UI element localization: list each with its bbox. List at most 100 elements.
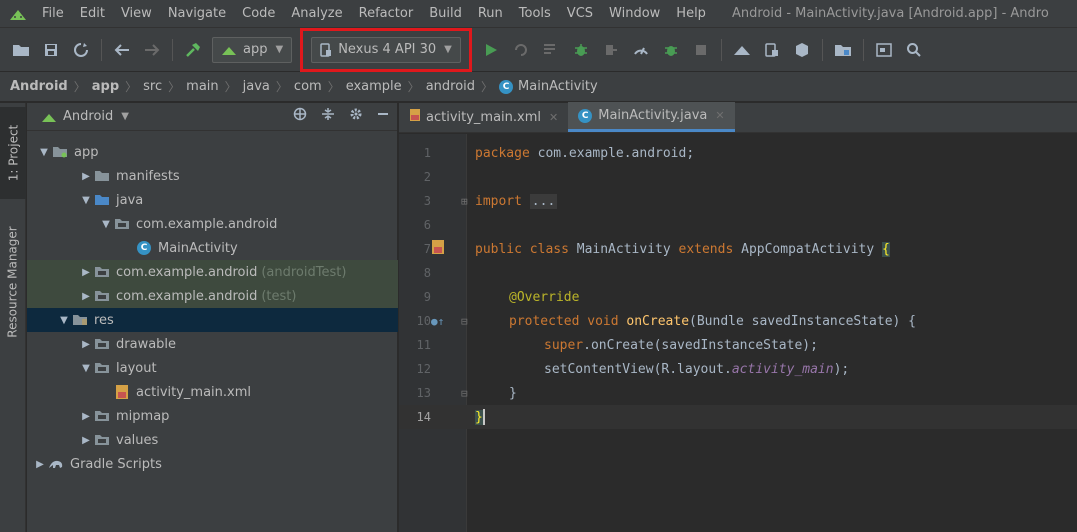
collapsed-arrow-icon[interactable]: ▶ (79, 291, 93, 302)
menu-build[interactable]: Build (421, 0, 470, 27)
code-line[interactable]: 10 ●↑ ⊟ protected void onCreate(Bundle s… (399, 309, 1077, 333)
collapsed-arrow-icon[interactable]: ▶ (79, 411, 93, 422)
gear-icon[interactable] (349, 107, 363, 125)
code-line[interactable]: 13 ⊟ } (399, 381, 1077, 405)
menu-vcs[interactable]: VCS (559, 0, 601, 27)
close-icon[interactable]: ✕ (715, 109, 724, 122)
fold-icon[interactable]: ⊟ (461, 387, 468, 400)
menu-window[interactable]: Window (601, 0, 668, 27)
collapsed-arrow-icon[interactable]: ▶ (79, 171, 93, 182)
locate-target-icon[interactable] (293, 107, 307, 125)
collapsed-arrow-icon[interactable]: ▶ (79, 339, 93, 350)
menu-code[interactable]: Code (234, 0, 283, 27)
collapsed-arrow-icon[interactable]: ▶ (79, 435, 93, 446)
menu-navigate[interactable]: Navigate (160, 0, 234, 27)
run-icon[interactable] (478, 37, 504, 63)
menu-help[interactable]: Help (668, 0, 714, 27)
breadcrumb-item[interactable]: example (346, 79, 402, 94)
breadcrumb-item[interactable]: com (294, 79, 322, 94)
close-icon[interactable]: ✕ (549, 111, 558, 124)
tree-item-values[interactable]: ▶ values (27, 428, 398, 452)
tree-item-package-androidtest[interactable]: ▶ com.example.android (androidTest) (27, 260, 398, 284)
minimize-icon[interactable] (377, 107, 389, 125)
breadcrumb-item[interactable]: main (186, 79, 218, 94)
avd-manager-icon[interactable] (759, 37, 785, 63)
breadcrumb-item[interactable]: android (426, 79, 475, 94)
expanded-arrow-icon[interactable]: ▼ (37, 147, 51, 158)
device-select[interactable]: Nexus 4 API 30 ▼ (311, 36, 461, 63)
code-line[interactable]: 1 package com.example.android; (399, 141, 1077, 165)
breadcrumb-item[interactable]: java (243, 79, 270, 94)
code-line[interactable]: 8 (399, 261, 1077, 285)
collapse-all-icon[interactable] (321, 107, 335, 125)
stop-icon[interactable] (688, 37, 714, 63)
open-folder-icon[interactable] (8, 37, 34, 63)
tree-item-gradle-scripts[interactable]: ▶ Gradle Scripts (27, 452, 398, 476)
forward-arrow-icon[interactable] (139, 37, 165, 63)
code-line[interactable]: 3 ⊞ import ... (399, 189, 1077, 213)
tree-item-res[interactable]: ▼ res (27, 308, 398, 332)
tree-item-drawable[interactable]: ▶ drawable (27, 332, 398, 356)
tab-mainactivity-java[interactable]: C MainActivity.java ✕ (568, 102, 735, 132)
expanded-arrow-icon[interactable]: ▼ (99, 219, 113, 230)
fold-icon[interactable]: ⊟ (461, 315, 468, 328)
code-line[interactable]: 12 setContentView(R.layout.activity_main… (399, 357, 1077, 381)
menu-view[interactable]: View (113, 0, 160, 27)
run-config-select[interactable]: app ▼ (212, 36, 293, 63)
attach-debugger-icon[interactable] (598, 37, 624, 63)
expanded-arrow-icon[interactable]: ▼ (79, 195, 93, 206)
code-line[interactable]: 11 super.onCreate(savedInstanceState); (399, 333, 1077, 357)
folded-region[interactable]: ... (529, 193, 558, 209)
tree-item-layout[interactable]: ▼ layout (27, 356, 398, 380)
project-view-select[interactable]: Android (63, 109, 113, 124)
code-line-current[interactable]: 14 } (399, 405, 1077, 429)
sync-icon[interactable] (68, 37, 94, 63)
code-line[interactable]: 6 (399, 213, 1077, 237)
menu-refactor[interactable]: Refactor (351, 0, 422, 27)
chevron-down-icon[interactable]: ▼ (121, 111, 129, 122)
tree-item-java[interactable]: ▼ java (27, 188, 398, 212)
tree-item-activity-main-xml[interactable]: activity_main.xml (27, 380, 398, 404)
layout-xml-file-icon[interactable] (431, 239, 445, 259)
save-all-icon[interactable] (38, 37, 64, 63)
build-hammer-icon[interactable] (180, 37, 206, 63)
tree-item-app[interactable]: ▼ app (27, 140, 398, 164)
coverage-bug-icon[interactable] (658, 37, 684, 63)
tab-activity-main-xml[interactable]: activity_main.xml ✕ (399, 102, 568, 132)
profile-icon[interactable] (628, 37, 654, 63)
tree-item-mainactivity[interactable]: C MainActivity (27, 236, 398, 260)
tab-resource-manager[interactable]: Resource Manager (0, 207, 26, 357)
code-line[interactable]: 7 public class MainActivity extends AppC… (399, 237, 1077, 261)
expanded-arrow-icon[interactable]: ▼ (79, 363, 93, 374)
tree-item-mipmap[interactable]: ▶ mipmap (27, 404, 398, 428)
menu-file[interactable]: File (34, 0, 72, 27)
project-structure-icon[interactable] (830, 37, 856, 63)
sync-gradle-icon[interactable] (729, 37, 755, 63)
debug-bug-icon[interactable] (568, 37, 594, 63)
breadcrumb-item[interactable]: Android (10, 79, 68, 94)
menu-edit[interactable]: Edit (72, 0, 113, 27)
menu-tools[interactable]: Tools (511, 0, 559, 27)
tree-item-package-main[interactable]: ▼ com.example.android (27, 212, 398, 236)
tab-project[interactable]: 1: Project (0, 107, 26, 199)
apply-code-changes-icon[interactable] (538, 37, 564, 63)
menu-run[interactable]: Run (470, 0, 511, 27)
breadcrumb-item[interactable]: src (143, 79, 162, 94)
breadcrumb-item[interactable]: app (92, 79, 119, 94)
override-marker-icon[interactable]: ●↑ (431, 315, 444, 328)
collapsed-arrow-icon[interactable]: ▶ (33, 459, 47, 470)
search-icon[interactable] (901, 37, 927, 63)
tree-item-manifests[interactable]: ▶ manifests (27, 164, 398, 188)
fold-icon[interactable]: ⊞ (461, 195, 468, 208)
apply-changes-icon[interactable] (508, 37, 534, 63)
code-line[interactable]: 2 (399, 165, 1077, 189)
layout-inspector-icon[interactable] (871, 37, 897, 63)
sdk-manager-icon[interactable] (789, 37, 815, 63)
collapsed-arrow-icon[interactable]: ▶ (79, 267, 93, 278)
expanded-arrow-icon[interactable]: ▼ (57, 315, 71, 326)
code-line[interactable]: 9 @Override (399, 285, 1077, 309)
back-arrow-icon[interactable] (109, 37, 135, 63)
menu-analyze[interactable]: Analyze (283, 0, 350, 27)
tree-item-package-test[interactable]: ▶ com.example.android (test) (27, 284, 398, 308)
breadcrumb-item[interactable]: MainActivity (518, 79, 598, 94)
